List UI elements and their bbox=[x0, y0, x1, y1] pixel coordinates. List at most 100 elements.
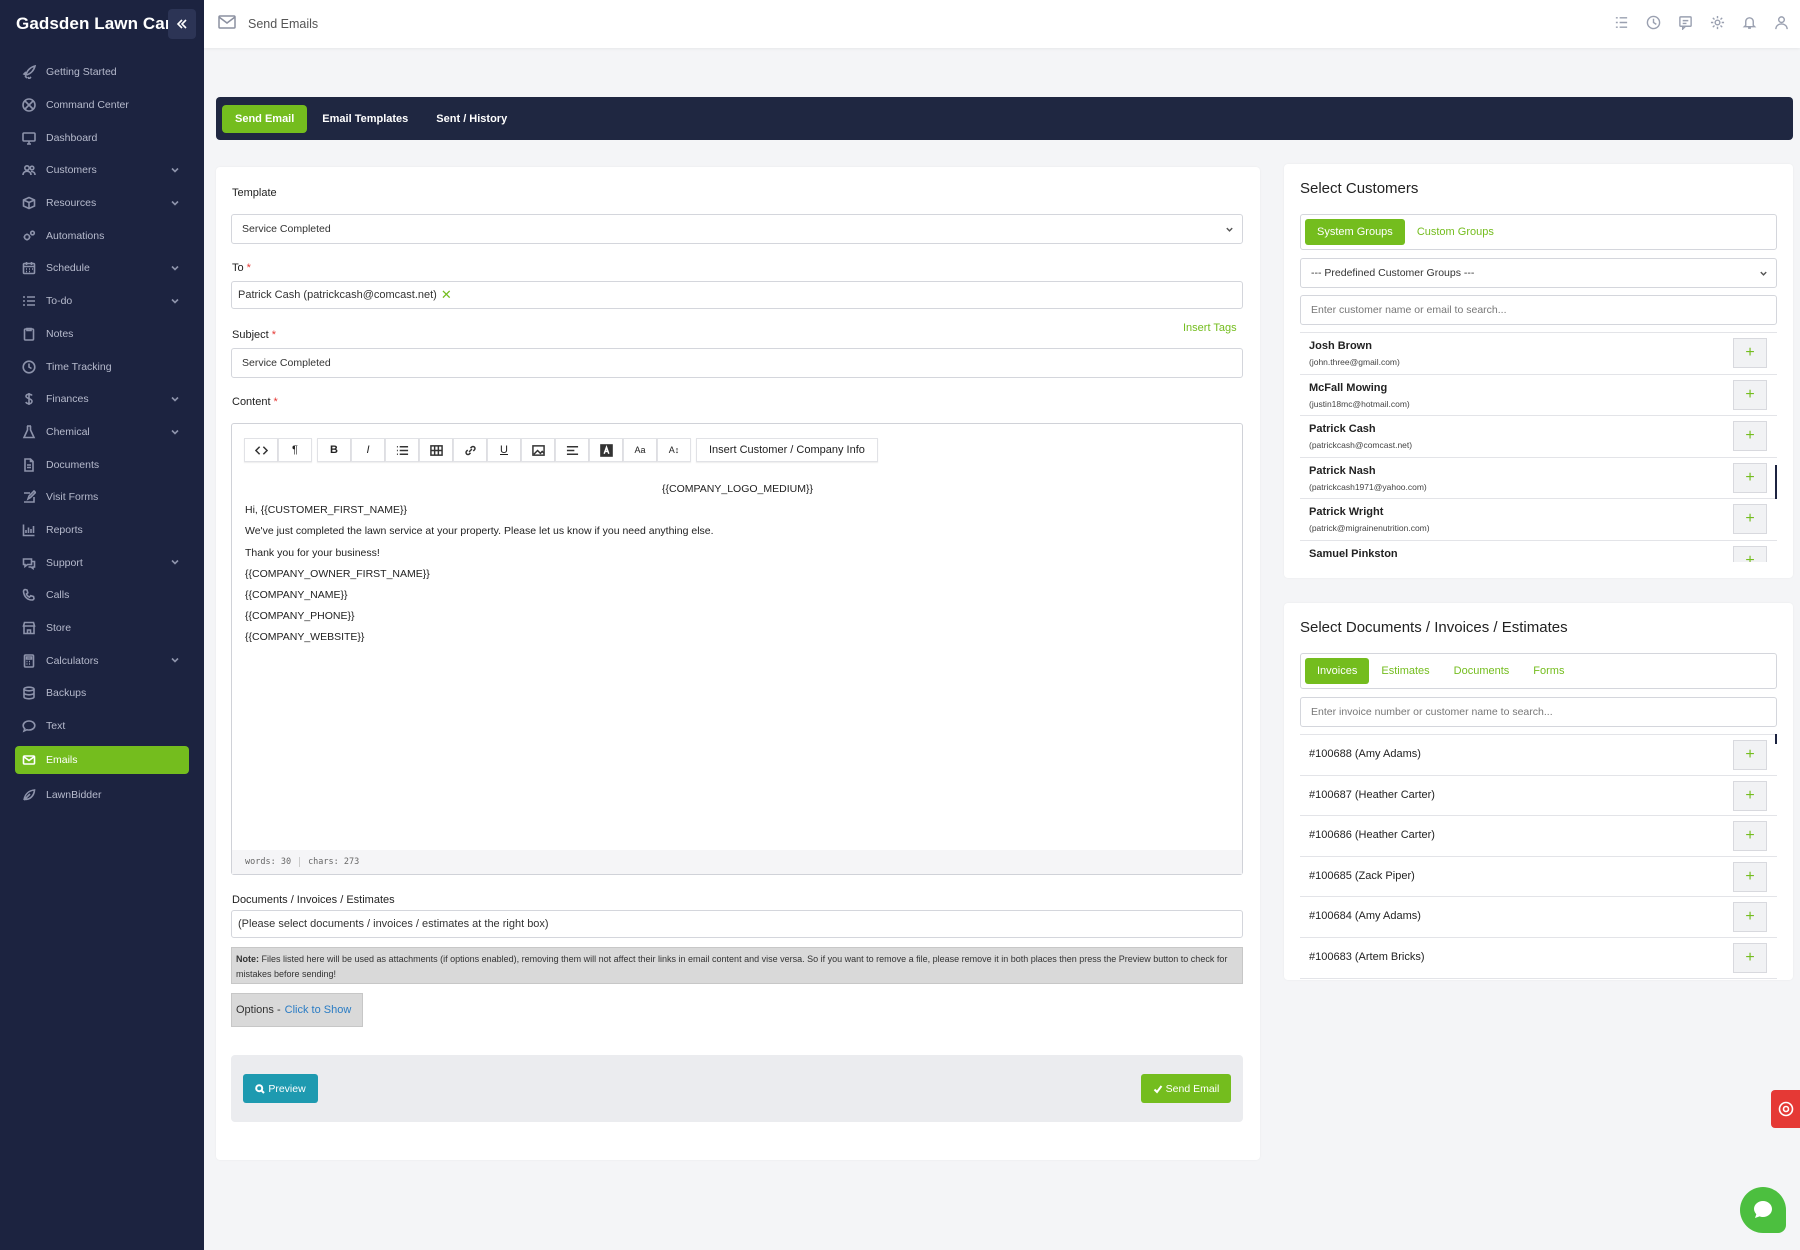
sidebar-item-store[interactable]: Store bbox=[0, 612, 204, 645]
options-toggle[interactable]: Options - Click to Show bbox=[231, 993, 363, 1027]
customer-group-select[interactable]: --- Predefined Customer Groups --- bbox=[1300, 258, 1777, 288]
tab-email-templates[interactable]: Email Templates bbox=[309, 105, 421, 133]
customer-search-input[interactable]: Enter customer name or email to search..… bbox=[1300, 295, 1777, 325]
attachments-label: Documents / Invoices / Estimates bbox=[232, 894, 395, 906]
image-button[interactable] bbox=[521, 438, 555, 462]
list-item: #100684 (Amy Adams) + bbox=[1300, 897, 1777, 938]
sidebar-item-time-tracking[interactable]: Time Tracking bbox=[0, 350, 204, 383]
send-email-button[interactable]: Send Email bbox=[1141, 1074, 1231, 1103]
leaf-icon bbox=[22, 788, 36, 802]
add-invoice-button[interactable]: + bbox=[1733, 861, 1767, 892]
attachments-field[interactable]: (Please select documents / invoices / es… bbox=[231, 910, 1243, 938]
add-invoice-button[interactable]: + bbox=[1733, 780, 1767, 811]
content-label: Content * bbox=[232, 396, 278, 408]
database-icon bbox=[22, 686, 36, 701]
preview-button[interactable]: Preview bbox=[243, 1074, 318, 1103]
bold-button[interactable]: B bbox=[317, 438, 351, 462]
add-customer-button[interactable]: + bbox=[1733, 379, 1767, 410]
sidebar: Gadsden Lawn Care Getting Started Command… bbox=[0, 0, 204, 1250]
sidebar-item-notes[interactable]: Notes bbox=[0, 318, 204, 351]
add-invoice-button[interactable]: + bbox=[1733, 942, 1767, 973]
tab-documents[interactable]: Documents bbox=[1442, 658, 1522, 684]
table-icon bbox=[429, 444, 443, 456]
align-button[interactable] bbox=[555, 438, 589, 462]
sidebar-item-dashboard[interactable]: Dashboard bbox=[0, 121, 204, 154]
message-icon bbox=[22, 719, 36, 733]
customer-list-scrollbar[interactable] bbox=[1775, 465, 1777, 499]
tab-invoices[interactable]: Invoices bbox=[1305, 658, 1370, 684]
paragraph-button[interactable]: ¶ bbox=[278, 438, 312, 462]
table-button[interactable] bbox=[419, 438, 453, 462]
invoice-list-scrollbar[interactable] bbox=[1775, 734, 1777, 744]
sidebar-item-to-do[interactable]: To-do bbox=[0, 285, 204, 318]
add-customer-button[interactable]: + bbox=[1733, 504, 1767, 534]
sidebar-item-finances[interactable]: Finances bbox=[0, 383, 204, 416]
underline-button[interactable]: U bbox=[487, 438, 521, 462]
options-show-link[interactable]: Click to Show bbox=[285, 1004, 352, 1016]
add-customer-button[interactable]: + bbox=[1733, 462, 1767, 493]
content-line: Thank you for your business! bbox=[245, 546, 380, 559]
sidebar-item-calculators[interactable]: Calculators bbox=[0, 644, 204, 677]
link-button[interactable] bbox=[453, 438, 487, 462]
sidebar-item-lawnbidder[interactable]: LawnBidder bbox=[0, 778, 204, 811]
help-button[interactable] bbox=[1771, 1090, 1800, 1128]
sidebar-item-customers[interactable]: Customers bbox=[0, 154, 204, 187]
sidebar-item-reports[interactable]: Reports bbox=[0, 514, 204, 547]
template-select[interactable]: Service Completed bbox=[231, 214, 1243, 244]
remove-recipient-icon[interactable]: ✕ bbox=[441, 287, 452, 303]
italic-button[interactable]: I bbox=[351, 438, 385, 462]
line-height-button[interactable]: A↕ bbox=[657, 438, 691, 462]
sidebar-item-emails[interactable]: Emails bbox=[15, 746, 189, 775]
add-customer-button[interactable]: + bbox=[1733, 545, 1767, 562]
bell-icon[interactable] bbox=[1742, 15, 1758, 31]
sidebar-item-calls[interactable]: Calls bbox=[0, 579, 204, 612]
collapse-sidebar-button[interactable] bbox=[168, 9, 196, 39]
sidebar-item-visit-forms[interactable]: Visit Forms bbox=[0, 481, 204, 514]
tab-custom-groups[interactable]: Custom Groups bbox=[1405, 219, 1506, 245]
tab-estimates[interactable]: Estimates bbox=[1369, 658, 1441, 684]
add-invoice-button[interactable]: + bbox=[1733, 740, 1767, 770]
sidebar-item-label: Customers bbox=[46, 164, 97, 177]
sidebar-item-schedule[interactable]: Schedule bbox=[0, 252, 204, 285]
sidebar-item-automations[interactable]: Automations bbox=[0, 219, 204, 252]
link-icon bbox=[464, 445, 476, 455]
insert-customer-company-info-button[interactable]: Insert Customer / Company Info bbox=[696, 438, 878, 462]
add-invoice-button[interactable]: + bbox=[1733, 902, 1767, 933]
insert-tags-link[interactable]: Insert Tags bbox=[1183, 322, 1237, 334]
to-field[interactable]: Patrick Cash (patrickcash@comcast.net) ✕ bbox=[231, 281, 1243, 309]
user-icon[interactable] bbox=[1774, 15, 1790, 31]
sidebar-item-getting-started[interactable]: Getting Started bbox=[0, 56, 204, 89]
list-item: Patrick Nash (patrickcash1971@yahoo.com) + bbox=[1300, 458, 1777, 499]
font-size-button[interactable]: Aa bbox=[623, 438, 657, 462]
customer-name: Josh Brown bbox=[1309, 340, 1372, 352]
add-customer-button[interactable]: + bbox=[1733, 421, 1767, 451]
add-customer-button[interactable]: + bbox=[1733, 338, 1767, 368]
message-icon[interactable] bbox=[1678, 15, 1694, 31]
sidebar-item-support[interactable]: Support bbox=[0, 546, 204, 579]
content-editor[interactable]: ¶ B I U Aa A↕ Insert Customer / Company … bbox=[231, 423, 1243, 875]
customer-name: Patrick Cash bbox=[1309, 423, 1376, 435]
sidebar-item-documents[interactable]: Documents bbox=[0, 448, 204, 481]
sidebar-item-backups[interactable]: Backups bbox=[0, 677, 204, 710]
tab-forms[interactable]: Forms bbox=[1521, 658, 1576, 684]
sidebar-item-resources[interactable]: Resources bbox=[0, 187, 204, 220]
editor-status-bar: words: 30 chars: 273 bbox=[232, 850, 1242, 874]
tasks-icon[interactable] bbox=[1614, 15, 1630, 31]
clock-icon[interactable] bbox=[1646, 15, 1662, 31]
sidebar-item-text[interactable]: Text bbox=[0, 710, 204, 743]
code-view-button[interactable] bbox=[244, 438, 278, 462]
bullet-list-button[interactable] bbox=[385, 438, 419, 462]
editor-content[interactable]: {{COMPANY_LOGO_MEDIUM}} Hi, {{CUSTOMER_FI… bbox=[245, 479, 1230, 649]
sidebar-item-chemical[interactable]: Chemical bbox=[0, 416, 204, 449]
gear-icon[interactable] bbox=[1710, 15, 1726, 31]
tab-send-email[interactable]: Send Email bbox=[222, 104, 308, 133]
sidebar-item-command-center[interactable]: Command Center bbox=[0, 89, 204, 122]
add-invoice-button[interactable]: + bbox=[1733, 821, 1767, 852]
subject-input[interactable]: Service Completed bbox=[231, 348, 1243, 378]
invoice-search-input[interactable]: Enter invoice number or customer name to… bbox=[1300, 697, 1777, 727]
tab-system-groups[interactable]: System Groups bbox=[1305, 219, 1405, 245]
chevron-down-icon bbox=[1225, 225, 1234, 234]
tab-sent-history[interactable]: Sent / History bbox=[423, 105, 520, 133]
text-color-button[interactable] bbox=[589, 438, 623, 462]
live-chat-button[interactable] bbox=[1740, 1187, 1786, 1233]
